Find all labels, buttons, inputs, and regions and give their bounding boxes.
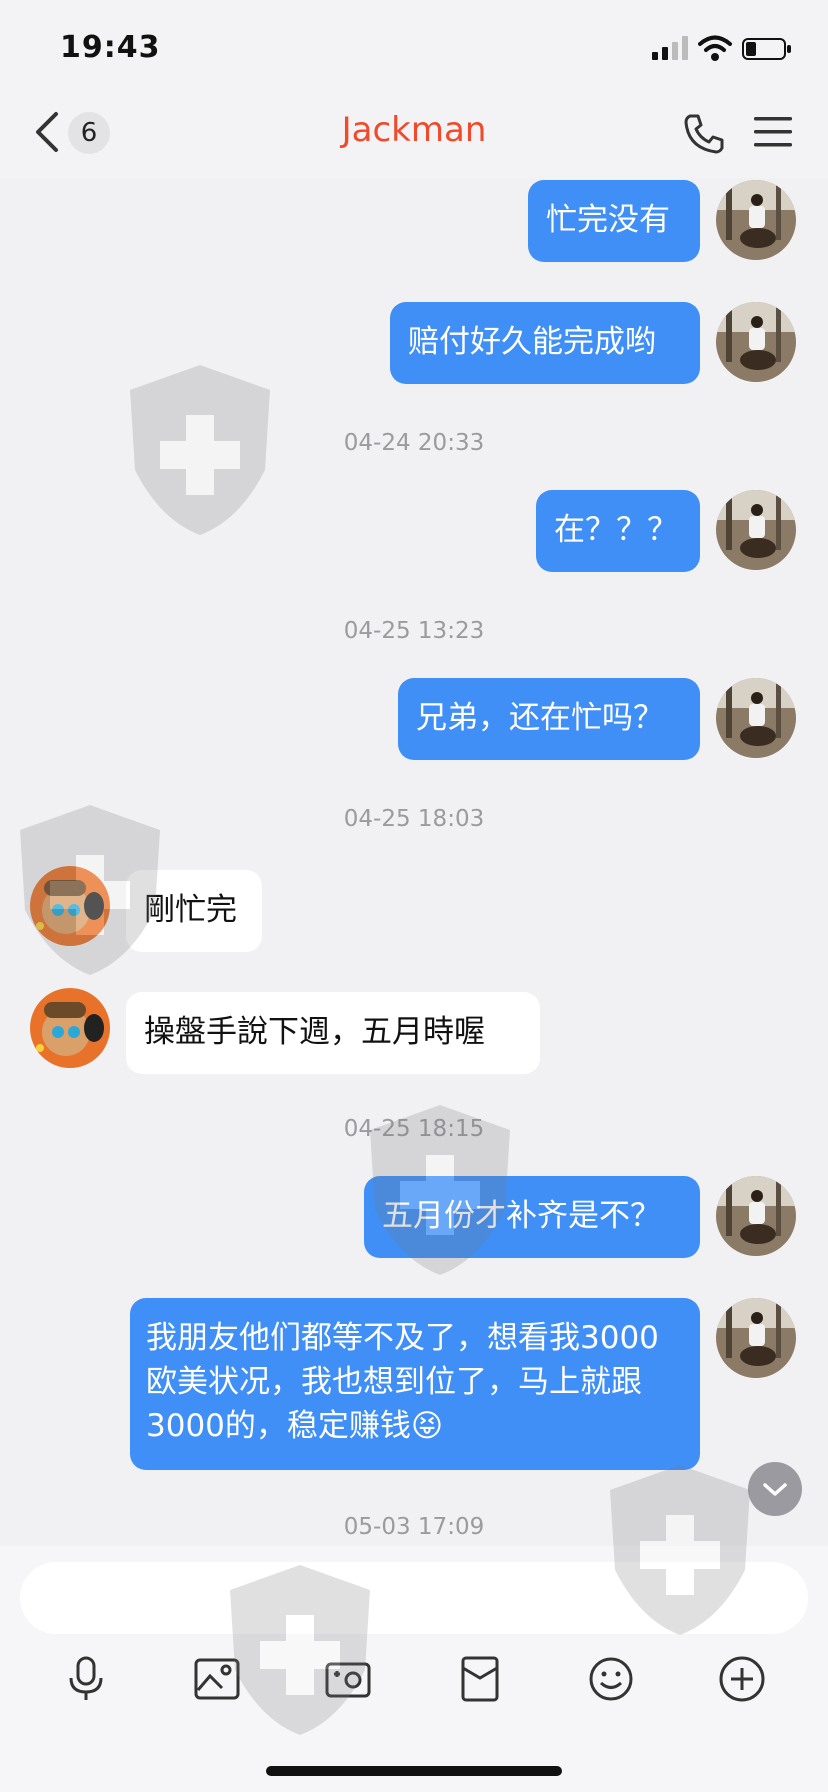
my-avatar[interactable] — [716, 1298, 796, 1378]
outgoing-message[interactable]: 我朋友他们都等不及了，想看我3000欧美状况，我也想到位了，马上就跟3000的，… — [130, 1298, 700, 1470]
my-avatar[interactable] — [716, 180, 796, 260]
timestamp: 04-25 18:15 — [343, 1116, 485, 1142]
emoji: 😝 — [410, 1408, 444, 1444]
outgoing-message[interactable]: 忙完没有 — [528, 180, 700, 262]
timestamp: 04-25 18:03 — [343, 806, 485, 832]
phone-icon[interactable] — [682, 112, 726, 156]
outgoing-message[interactable]: 兄弟，还在忙吗？ — [398, 678, 700, 760]
incoming-message[interactable]: 剛忙完 — [126, 870, 262, 952]
contact-avatar[interactable] — [30, 866, 110, 946]
camera-icon[interactable] — [323, 1654, 373, 1704]
menu-icon[interactable] — [752, 114, 794, 150]
outgoing-message[interactable]: 五月份才补齐是不？ — [364, 1176, 700, 1258]
photo-icon[interactable] — [192, 1654, 242, 1704]
status-time: 19:43 — [60, 30, 161, 65]
my-avatar[interactable] — [716, 490, 796, 570]
timestamp: 04-25 13:23 — [343, 618, 485, 644]
my-avatar[interactable] — [716, 678, 796, 758]
scroll-to-bottom-button[interactable] — [748, 1462, 802, 1516]
emoji-icon[interactable] — [586, 1654, 636, 1704]
wifi-icon — [698, 35, 732, 61]
outgoing-message[interactable]: 赔付好久能完成哟 — [390, 302, 700, 384]
home-indicator — [266, 1766, 562, 1776]
message-input[interactable] — [20, 1562, 808, 1634]
timestamp: 04-24 20:33 — [343, 430, 485, 456]
microphone-icon[interactable] — [61, 1654, 111, 1704]
signal-icon — [652, 36, 688, 60]
message-text: 我朋友他们都等不及了，想看我3000欧美状况，我也想到位了，马上就跟3000的，… — [146, 1320, 659, 1444]
contact-avatar[interactable] — [30, 988, 110, 1068]
my-avatar[interactable] — [716, 1176, 796, 1256]
outgoing-message[interactable]: 在？？？ — [536, 490, 700, 572]
battery-icon — [742, 38, 791, 60]
plus-icon[interactable] — [717, 1654, 767, 1704]
red-packet-icon[interactable] — [455, 1654, 505, 1704]
my-avatar[interactable] — [716, 302, 796, 382]
incoming-message[interactable]: 操盤手說下週，五月時喔 — [126, 992, 540, 1074]
timestamp: 05-03 17:09 — [343, 1514, 485, 1540]
chevron-down-icon — [763, 1483, 787, 1496]
